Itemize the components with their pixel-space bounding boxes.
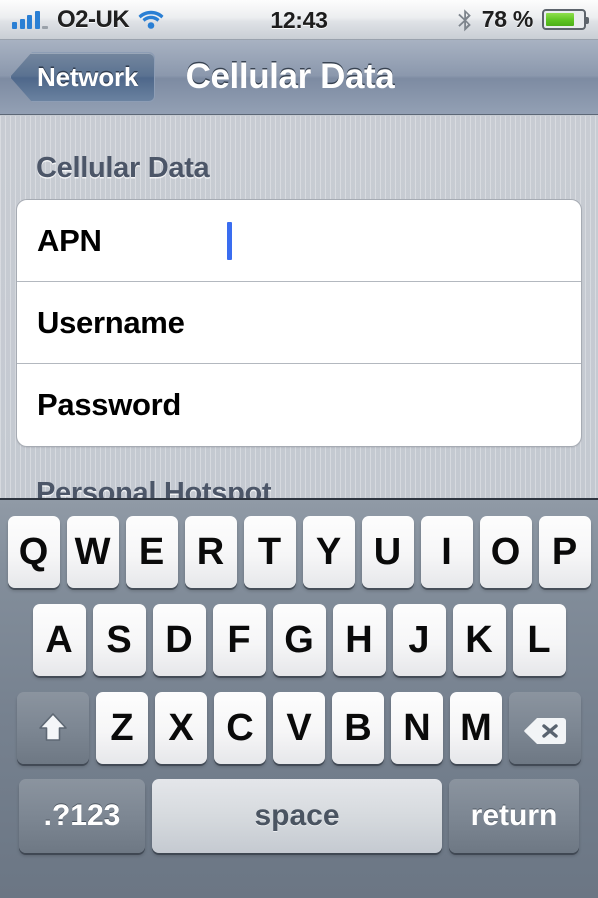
key-z[interactable]: Z [96,692,148,764]
key-q[interactable]: Q [7,516,60,588]
return-key[interactable]: return [449,779,579,853]
table-row-password[interactable]: Password [17,364,581,446]
backspace-delete-icon [523,713,567,744]
space-key[interactable]: space [152,779,442,853]
key-h[interactable]: H [332,604,386,676]
key-p[interactable]: P [538,516,591,588]
key-w[interactable]: W [66,516,119,588]
keyboard-row-1: Q W E R T Y U I O P [0,508,598,596]
status-bar-left: O2-UK [12,6,164,34]
key-j[interactable]: J [392,604,446,676]
page-title: Cellular Data [185,57,395,96]
apn-input[interactable] [227,221,581,260]
key-d[interactable]: D [152,604,206,676]
numeric-mode-key[interactable]: .?123 [19,779,145,853]
table-row-username[interactable]: Username [17,282,581,364]
key-n[interactable]: N [391,692,443,764]
row-label-username: Username [37,304,185,340]
key-g[interactable]: G [272,604,326,676]
text-cursor-icon [227,221,232,260]
shift-key[interactable] [17,692,89,764]
cellular-data-table: APN Username Password [16,199,582,447]
settings-content: Cellular Data APN Username Password Pers… [0,116,598,498]
key-m[interactable]: M [450,692,502,764]
onscreen-keyboard: Q W E R T Y U I O P A S D F G H J K L Z … [0,498,598,898]
key-x[interactable]: X [155,692,207,764]
clock: 12:43 [270,6,328,33]
table-row-apn[interactable]: APN [17,200,581,282]
carrier-name: O2-UK [57,5,130,33]
key-u[interactable]: U [361,516,414,588]
battery-icon [542,9,589,30]
key-a[interactable]: A [32,604,86,676]
navigation-bar: Network Cellular Data [0,40,598,115]
bluetooth-icon [457,8,473,32]
key-f[interactable]: F [212,604,266,676]
key-t[interactable]: T [243,516,296,588]
key-b[interactable]: B [332,692,384,764]
status-bar-right: 78 % [457,6,589,33]
row-label-apn: APN [37,222,102,258]
key-l[interactable]: L [512,604,566,676]
key-o[interactable]: O [479,516,532,588]
key-e[interactable]: E [125,516,178,588]
delete-key[interactable] [509,692,581,764]
iphone-screen: O2-UK 12:43 78 % Network Cellular Data C… [0,0,598,898]
section-header-cellular-data: Cellular Data [36,152,210,184]
wifi-icon [138,10,164,29]
keyboard-row-2: A S D F G H J K L [0,596,598,684]
key-k[interactable]: K [452,604,506,676]
keyboard-row-3: Z X C V B N M [0,684,598,772]
row-label-password: Password [37,387,182,422]
signal-bars-icon [12,10,48,29]
key-i[interactable]: I [420,516,473,588]
status-bar: O2-UK 12:43 78 % [0,0,598,40]
keyboard-row-4: .?123 space return [0,774,598,858]
key-c[interactable]: C [214,692,266,764]
shift-arrow-icon [36,711,70,745]
key-v[interactable]: V [273,692,325,764]
key-y[interactable]: Y [302,516,355,588]
key-s[interactable]: S [92,604,146,676]
battery-percent-label: 78 % [481,6,534,32]
section-header-next-clipped: Personal Hotspot [36,477,272,498]
key-r[interactable]: R [184,516,237,588]
